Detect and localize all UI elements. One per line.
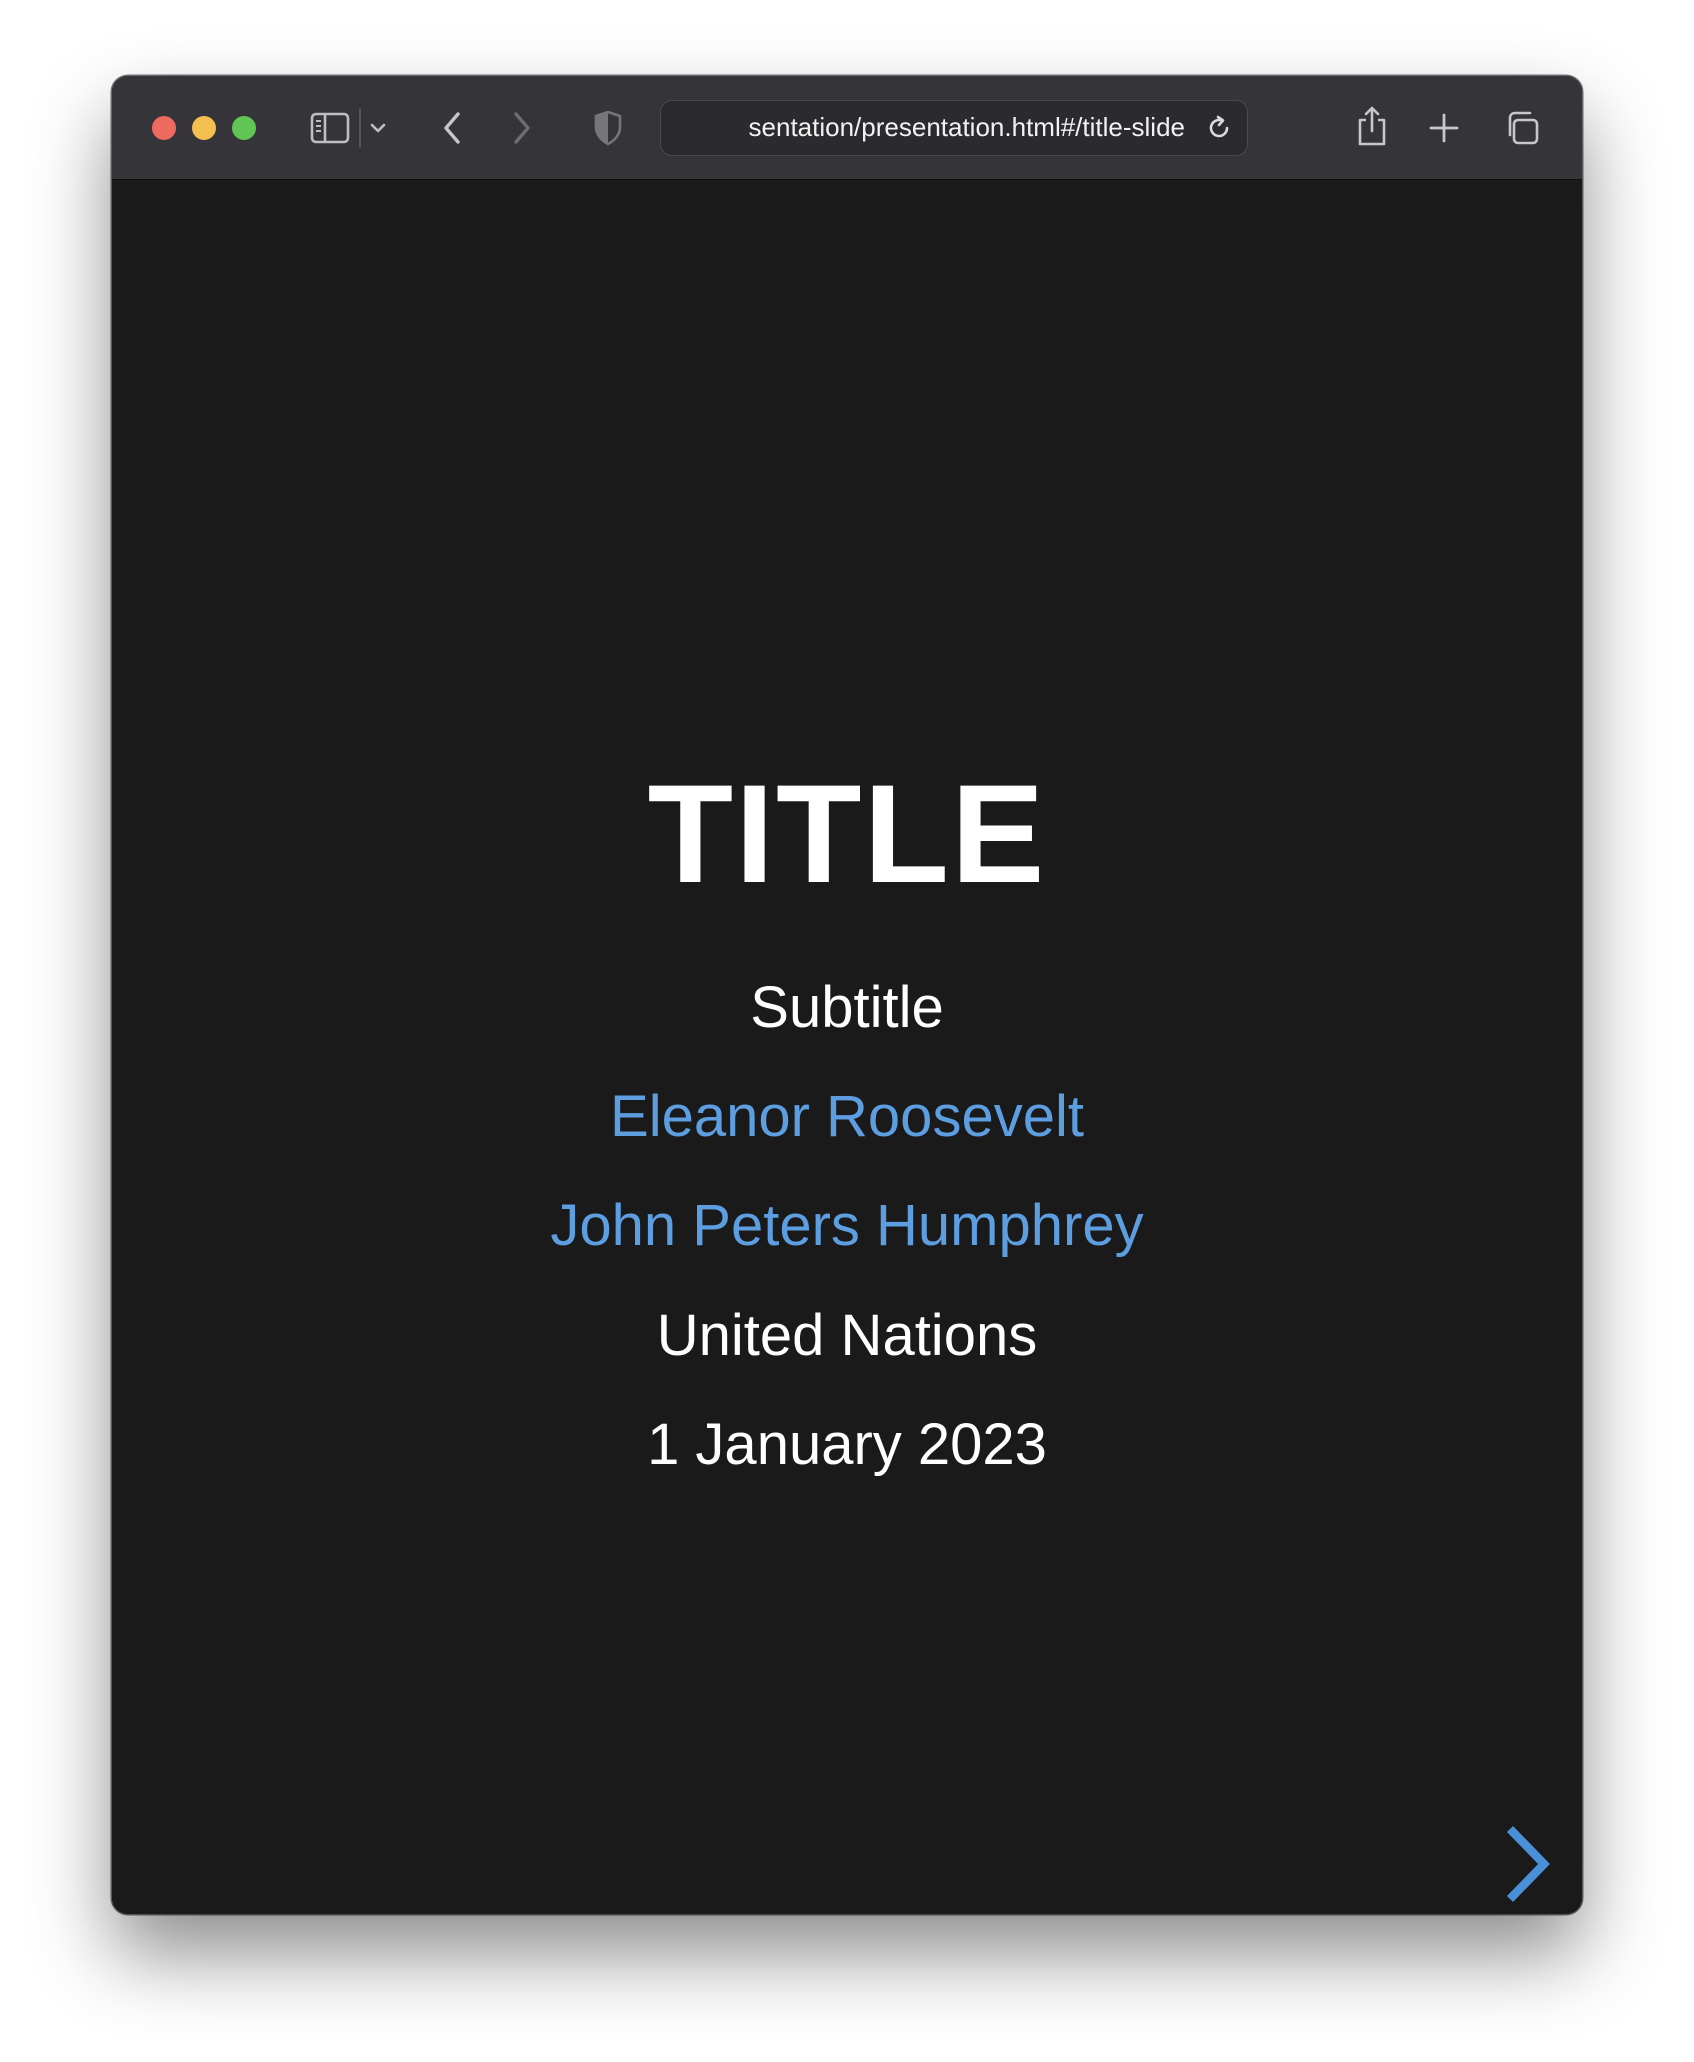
close-window-button[interactable] bbox=[152, 116, 176, 140]
address-bar[interactable]: sentation/presentation.html#/title-slide bbox=[660, 100, 1248, 156]
url-text: sentation/presentation.html#/title-slide bbox=[748, 112, 1185, 142]
slide-subtitle: Subtitle bbox=[750, 975, 944, 1040]
browser-toolbar: sentation/presentation.html#/title-slide bbox=[112, 76, 1582, 180]
chevron-right-icon bbox=[1506, 1826, 1550, 1902]
slide-title: TITLE bbox=[647, 755, 1047, 912]
slide-institute: United Nations bbox=[656, 1303, 1038, 1368]
minimize-window-button[interactable] bbox=[192, 116, 216, 140]
chevron-down-icon[interactable] bbox=[366, 114, 390, 142]
reload-icon[interactable] bbox=[1205, 114, 1233, 142]
sidebar-icon[interactable] bbox=[308, 110, 352, 146]
slide-date: 1 January 2023 bbox=[647, 1412, 1047, 1477]
forward-arrow-icon[interactable] bbox=[504, 106, 540, 150]
browser-window: sentation/presentation.html#/title-slide bbox=[112, 76, 1582, 1914]
tab-overview-icon[interactable] bbox=[1502, 108, 1542, 148]
share-icon[interactable] bbox=[1354, 102, 1390, 150]
new-tab-plus-icon[interactable] bbox=[1426, 108, 1462, 148]
next-slide-button[interactable] bbox=[1500, 1821, 1560, 1907]
author-name[interactable]: Eleanor Roosevelt bbox=[112, 1077, 1582, 1157]
back-arrow-icon[interactable] bbox=[434, 106, 470, 150]
zoom-window-button[interactable] bbox=[232, 116, 256, 140]
author-name[interactable]: John Peters Humphrey bbox=[112, 1186, 1582, 1266]
privacy-shield-icon[interactable] bbox=[590, 106, 626, 150]
slide-viewport: TITLE Subtitle Eleanor Roosevelt John Pe… bbox=[112, 180, 1582, 1914]
toolbar-divider bbox=[359, 108, 361, 148]
